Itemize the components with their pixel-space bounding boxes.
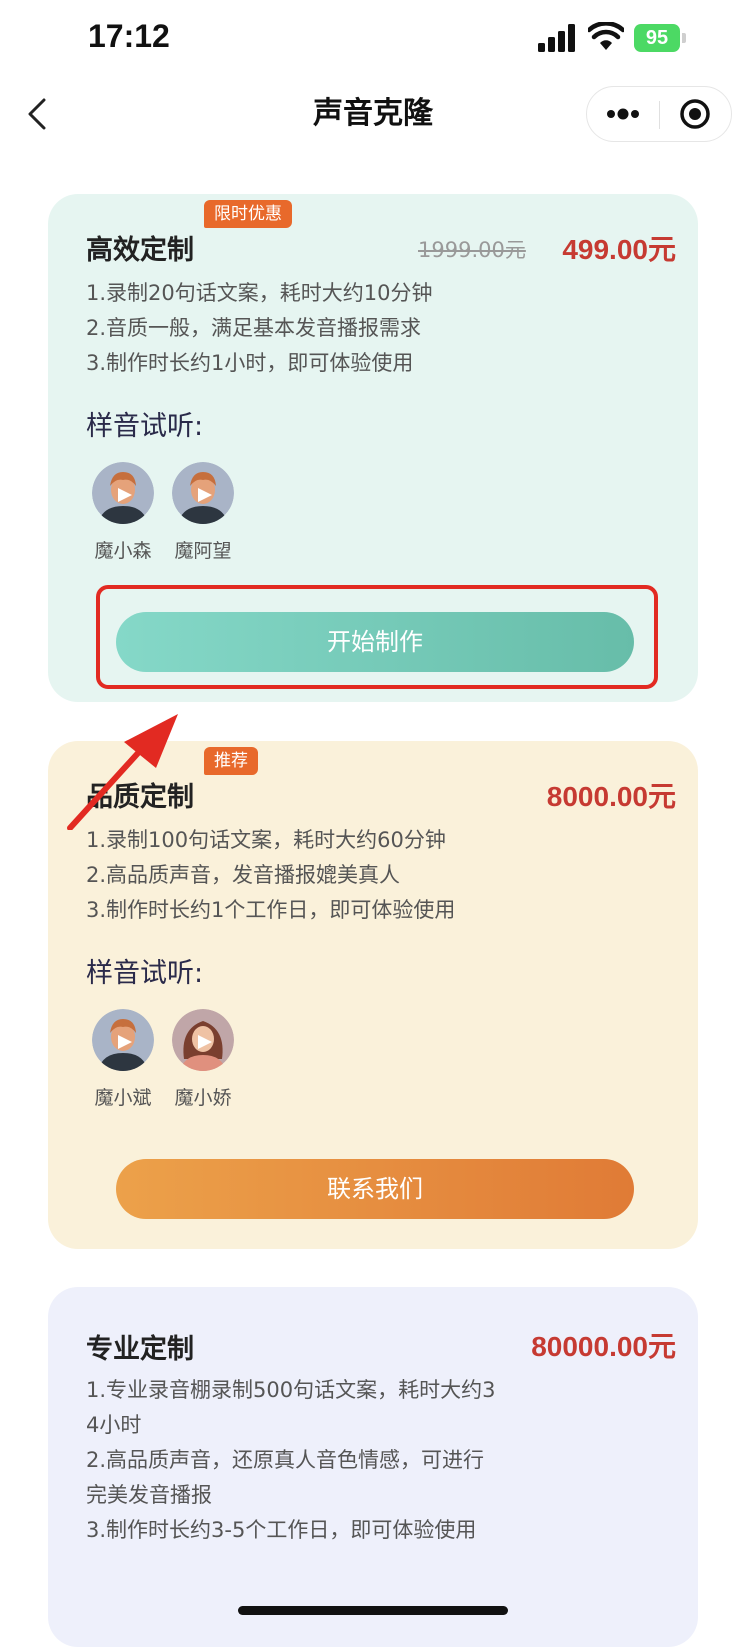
- nav-bar: 声音克隆: [0, 80, 746, 152]
- plan-price: 80000.00元: [531, 1331, 676, 1362]
- contact-us-button[interactable]: 联系我们: [116, 1159, 634, 1219]
- more-icon[interactable]: [587, 87, 659, 141]
- home-indicator: [238, 1606, 508, 1615]
- sample-label: 样音试听:: [86, 411, 204, 442]
- original-price: 1999.00元: [418, 238, 526, 262]
- female-avatar: [172, 1009, 234, 1071]
- desc-line: 3.制作时长约3-5个工作日，即可体验使用: [86, 1518, 477, 1542]
- status-bar: 17:12 95: [0, 0, 746, 80]
- desc-line: 1.录制20句话文案，耗时大约10分钟: [86, 281, 433, 305]
- plan-description: 1.专业录音棚录制500句话文案，耗时大约3 4小时 2.高品质声音，还原真人音…: [86, 1373, 496, 1548]
- battery-icon: 95: [634, 24, 686, 52]
- sample-name: 魔阿望: [174, 540, 232, 562]
- male-avatar: [172, 462, 234, 524]
- status-time: 17:12: [88, 18, 170, 54]
- signal-icon: [538, 24, 575, 52]
- desc-line: 2.音质一般，满足基本发音播报需求: [86, 316, 422, 340]
- voice-sample[interactable]: 魔阿望: [162, 462, 244, 563]
- desc-line: 2.高品质声音，还原真人音色情感，可进行完美发音播报: [86, 1448, 485, 1507]
- desc-line: 3.制作时长约1个工作日，即可体验使用: [86, 898, 456, 922]
- voice-sample[interactable]: 魔小斌: [82, 1009, 164, 1110]
- desc-line: 3.制作时长约1小时，即可体验使用: [86, 351, 414, 375]
- sample-name: 魔小森: [94, 540, 152, 562]
- plan-description: 1.录制20句话文案，耗时大约10分钟 2.音质一般，满足基本发音播报需求 3.…: [86, 276, 432, 381]
- plan-card-professional: 专业定制 80000.00元 1.专业录音棚录制500句话文案，耗时大约3 4小…: [48, 1287, 698, 1647]
- sample-name: 魔小斌: [94, 1087, 152, 1109]
- record-icon[interactable]: [661, 87, 731, 141]
- battery-level: 95: [645, 27, 669, 49]
- sample-name: 魔小娇: [174, 1087, 232, 1109]
- wifi-icon: [588, 22, 624, 50]
- plan-price: 8000.00元: [546, 781, 676, 812]
- plan-title: 专业定制: [86, 1334, 194, 1365]
- plan-description: 1.录制100句话文案，耗时大约60分钟 2.高品质声音，发音播报媲美真人 3.…: [86, 823, 455, 928]
- mini-program-capsule: [586, 86, 732, 142]
- male-avatar: [92, 1009, 154, 1071]
- desc-line: 2.高品质声音，发音播报媲美真人: [86, 863, 401, 887]
- male-avatar: [92, 462, 154, 524]
- plan-title: 高效定制: [86, 235, 194, 266]
- highlight-box: [96, 585, 658, 689]
- voice-sample[interactable]: 魔小娇: [162, 1009, 244, 1110]
- voice-sample[interactable]: 魔小森: [82, 462, 164, 563]
- capsule-divider: [659, 101, 660, 129]
- limited-offer-badge: 限时优惠: [204, 200, 292, 228]
- plan-price: 499.00元: [562, 234, 676, 265]
- desc-line: 1.专业录音棚录制500句话文案，耗时大约3 4小时: [86, 1378, 496, 1437]
- sample-label: 样音试听:: [86, 958, 204, 989]
- recommended-badge: 推荐: [204, 747, 258, 775]
- annotation-arrow-icon: [67, 714, 178, 830]
